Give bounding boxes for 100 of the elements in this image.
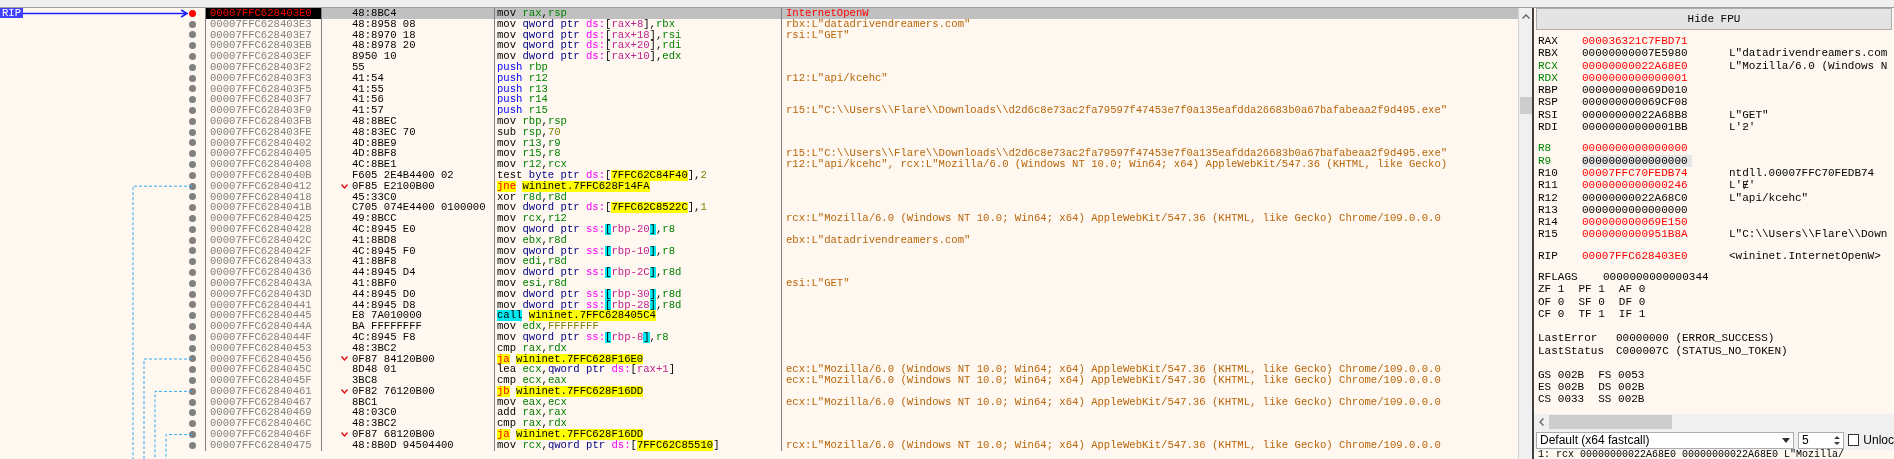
flag-value[interactable]: IF 1 — [1618, 307, 1646, 321]
flag-value[interactable]: PF 1 — [1578, 283, 1605, 296]
calling-convention-dropdown[interactable]: Default (x64 fastcall) — [1536, 431, 1795, 449]
instruction-text[interactable]: cmp ecx,eax — [497, 374, 567, 387]
flag-value[interactable]: SF 0 — [1578, 295, 1605, 308]
address-cell[interactable]: 00007FFC6284046C — [205, 418, 322, 430]
instruction-text[interactable]: mov dword ptr ss:[rbp-2C],r8d — [497, 266, 682, 279]
address-cell[interactable]: 00007FFC62840433 — [205, 256, 322, 268]
instruction-text[interactable]: push rbp — [497, 61, 548, 73]
instruction-text[interactable]: mov r15,r8 — [497, 147, 561, 160]
flag-value[interactable]: AF 0 — [1618, 283, 1646, 296]
argument-count-spinner[interactable]: 5 — [1798, 431, 1845, 449]
flag-value[interactable]: ZF 1 — [1538, 283, 1565, 296]
address-cell[interactable]: 00007FFC6284043A — [205, 277, 322, 289]
scrollbar[interactable] — [1518, 8, 1532, 459]
register-value[interactable]: 000036321C7FBD71 — [1582, 35, 1692, 48]
instruction-text[interactable]: mov edi,r8d — [497, 255, 567, 268]
segment-register[interactable]: SS 002B — [1598, 393, 1645, 406]
instruction-text[interactable]: mov eax,ecx — [497, 395, 567, 408]
instruction-text[interactable]: push r14 — [497, 93, 548, 106]
address-cell[interactable]: 00007FFC628403E3 — [205, 18, 322, 30]
address-cell[interactable]: 00007FFC62840402 — [205, 137, 322, 149]
address-cell[interactable]: 00007FFC6284044F — [205, 331, 322, 343]
register-value[interactable]: 00000000000001BB — [1582, 121, 1692, 134]
address-cell[interactable]: 00007FFC6284043D — [205, 288, 322, 300]
address-cell[interactable]: 00007FFC62840425 — [205, 213, 322, 224]
address-cell[interactable]: 00007FFC62840408 — [205, 159, 322, 170]
flag-value[interactable]: CF 0 — [1538, 307, 1565, 321]
address-cell[interactable]: 00007FFC62840469 — [205, 407, 322, 419]
instruction-text[interactable]: cmp rax,rdx — [497, 417, 567, 430]
address-cell[interactable]: 00007FFC628403F9 — [205, 105, 322, 116]
segment-register[interactable]: FS 0053 — [1598, 368, 1645, 382]
register-value[interactable]: 00007FFC70FEDB74 — [1582, 166, 1692, 180]
address-cell[interactable]: 00007FFC6284046F — [205, 429, 322, 440]
instruction-text[interactable]: mov qword ptr ds:[rax+8],rbx — [497, 17, 676, 30]
address-cell[interactable]: 00007FFC628403EB — [205, 40, 322, 52]
instruction-text[interactable]: mov dword ptr ss:[rbp-30],r8d — [497, 287, 682, 300]
scroll-left-icon[interactable] — [1539, 418, 1544, 426]
instruction-text[interactable]: sub rsp,70 — [497, 125, 561, 138]
instruction-text[interactable]: push r15 — [497, 104, 548, 117]
address-cell[interactable]: 00007FFC628403FB — [205, 115, 322, 127]
register-value[interactable]: 0000000000951B8A — [1582, 228, 1692, 241]
segment-register[interactable]: DS 002B — [1598, 381, 1645, 394]
address-cell[interactable]: 00007FFC628403FE — [205, 126, 322, 138]
scroll-thumb[interactable] — [1549, 415, 1672, 429]
address-cell[interactable]: 00007FFC62840461 — [205, 385, 322, 397]
address-cell[interactable]: 00007FFC62840453 — [205, 342, 322, 354]
address-cell[interactable]: 00007FFC628403F2 — [205, 62, 322, 73]
register-value[interactable]: 0000000000000000 — [1582, 203, 1692, 217]
register-value[interactable]: 0000000000000001 — [1582, 71, 1692, 85]
register-value[interactable]: 00000000022A68E0 — [1582, 59, 1692, 72]
address-cell[interactable]: 00007FFC62840428 — [205, 223, 322, 235]
instruction-text[interactable]: mov r12,rcx — [497, 158, 567, 171]
instruction-text[interactable]: add rax,rax — [497, 406, 567, 419]
instruction-text[interactable]: push r12 — [497, 71, 548, 84]
instruction-text[interactable]: mov dword ptr ss:[rbp-28],r8d — [497, 298, 682, 311]
register-value[interactable]: 0000000000000000 — [1582, 142, 1692, 155]
register-value[interactable]: 00007FFC628403E0 — [1582, 249, 1692, 263]
instruction-text[interactable]: mov r13,r9 — [497, 136, 561, 149]
address-cell[interactable]: 00007FFC6284045C — [205, 364, 322, 376]
instruction-text[interactable]: mov qword ptr ss:[rbp-8],r8 — [497, 330, 669, 343]
segment-register[interactable]: ES 002B — [1538, 381, 1585, 394]
address-cell[interactable]: 00007FFC62840456 — [205, 353, 322, 365]
instruction-text[interactable]: mov rax,rsp — [497, 7, 567, 19]
instruction-text[interactable]: mov rbp,rsp — [497, 114, 567, 127]
address-cell[interactable]: 00007FFC62840436 — [205, 267, 322, 278]
address-cell[interactable]: 00007FFC6284044A — [205, 321, 322, 332]
hide-fpu-button[interactable]: Hide FPU — [1536, 8, 1892, 30]
segment-register[interactable]: GS 002B — [1538, 368, 1585, 382]
scroll-up-icon[interactable] — [1521, 14, 1530, 19]
register-value[interactable]: 0000000000000000 — [1582, 154, 1692, 167]
instruction-text[interactable]: mov edx,FFFFFFFF — [497, 320, 599, 333]
address-cell[interactable]: 00007FFC62840467 — [205, 396, 322, 408]
address-cell[interactable]: 00007FFC62840418 — [205, 191, 322, 203]
segment-register[interactable]: CS 0033 — [1538, 393, 1585, 406]
address-cell[interactable]: 00007FFC628403F5 — [205, 83, 322, 95]
register-value[interactable]: 00000000022A68C0 — [1582, 191, 1692, 204]
address-cell[interactable]: 00007FFC628403F3 — [205, 72, 322, 84]
register-value[interactable]: 0000000000000344 — [1603, 271, 1709, 284]
address-cell[interactable]: 00007FFC62840445 — [205, 310, 322, 322]
address-cell[interactable]: 00007FFC6284042F — [205, 245, 322, 257]
instruction-text[interactable]: mov qword ptr ds:[rax+20],rdi — [497, 39, 682, 52]
flag-value[interactable]: TF 1 — [1578, 307, 1605, 321]
address-cell[interactable]: 00007FFC62840441 — [205, 299, 322, 311]
flag-value[interactable]: DF 0 — [1618, 295, 1646, 308]
address-cell[interactable]: 00007FFC628403EF — [205, 51, 322, 62]
register-value[interactable]: 000000000069CF08 — [1582, 96, 1692, 109]
register-value[interactable]: 000000000069E150 — [1582, 216, 1692, 229]
horizontal-scrollbar[interactable] — [1534, 414, 1894, 430]
checkbox[interactable] — [1848, 434, 1860, 446]
instruction-text[interactable]: mov qword ptr ss:[rbp-20],r8 — [497, 222, 676, 235]
scroll-thumb[interactable] — [1519, 97, 1532, 114]
register-value[interactable]: 00000000007E5980 — [1582, 47, 1692, 60]
address-cell[interactable]: 00007FFC628403E0 — [205, 8, 322, 19]
flag-value[interactable]: OF 0 — [1538, 295, 1565, 308]
instruction-text[interactable]: mov rcx,qword ptr ds:[7FFC62C85510] — [497, 438, 720, 451]
instruction-text[interactable]: mov dword ptr ds:[rax+10],edx — [497, 50, 682, 63]
instruction-text[interactable]: mov esi,r8d — [497, 276, 567, 289]
instruction-text[interactable]: mov rcx,r12 — [497, 212, 567, 225]
instruction-text[interactable]: test byte ptr ds:[7FFC62C84F40],2 — [497, 168, 707, 181]
